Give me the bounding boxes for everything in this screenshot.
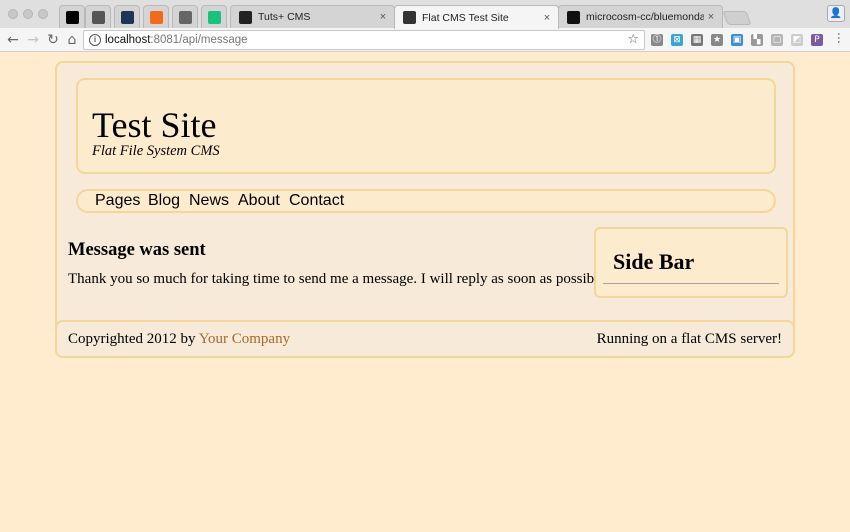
message-heading: Message was sent — [68, 240, 206, 260]
zoom-window-icon[interactable] — [38, 9, 48, 19]
github-icon — [567, 10, 580, 24]
sidebar-divider — [603, 283, 779, 284]
pinned-tab[interactable] — [201, 5, 227, 28]
tab-label: microcosm-cc/bluemonday: bl — [586, 11, 704, 23]
browser-tab[interactable]: Flat CMS Test Site × — [394, 5, 559, 29]
pinned-tab[interactable] — [85, 5, 111, 28]
pinned-tab[interactable] — [143, 5, 169, 28]
hammer-icon — [403, 11, 416, 24]
pinned-tab[interactable] — [172, 5, 198, 28]
site-nav: Pages Blog News About Contact — [76, 189, 776, 213]
box-ext-icon[interactable]: ⊠ — [671, 34, 683, 46]
reload-button[interactable]: ↻ — [44, 31, 62, 49]
tab-label: Tuts+ CMS — [258, 11, 311, 23]
close-tab-icon[interactable]: × — [376, 11, 390, 23]
star-ext-icon[interactable]: ★ — [711, 34, 723, 46]
back-button[interactable]: ← — [4, 31, 22, 49]
home-button[interactable]: ⌂ — [63, 31, 81, 49]
nav-link-blog[interactable]: Blog — [148, 191, 180, 211]
browser-toolbar: ← → ↻ ⌂ i localhost:8081/api/message ☆ ⓵… — [0, 28, 850, 52]
pocket-ext-icon[interactable]: P — [811, 34, 823, 46]
podcast-icon — [65, 10, 79, 24]
close-tab-icon[interactable]: × — [540, 12, 554, 24]
reader-ext-icon[interactable]: ▚ — [751, 34, 763, 46]
book-icon — [178, 10, 192, 24]
bookmark-star-icon[interactable]: ☆ — [627, 31, 639, 49]
site-header: Test Site Flat File System CMS — [76, 78, 776, 174]
site-title: Test Site — [92, 105, 217, 145]
browser-menu-icon[interactable]: ⋯ — [832, 32, 846, 44]
profile-icon[interactable]: 👤 — [827, 5, 845, 22]
nav-link-news[interactable]: News — [189, 191, 229, 211]
trello-ext-icon[interactable]: ▣ — [731, 34, 743, 46]
footer-company-link[interactable]: Your Company — [199, 331, 290, 347]
address-url[interactable]: localhost:8081/api/message — [105, 31, 248, 49]
new-tab-button[interactable] — [722, 11, 752, 25]
nav-link-contact[interactable]: Contact — [289, 191, 344, 211]
address-host: localhost — [105, 34, 151, 46]
close-tab-icon[interactable]: × — [704, 11, 718, 23]
browser-tab[interactable]: Tuts+ CMS × — [230, 5, 395, 28]
store-ext-icon[interactable]: ▦ — [691, 34, 703, 46]
1password-ext-icon[interactable]: ⓵ — [651, 34, 663, 46]
site-subtitle: Flat File System CMS — [92, 143, 220, 159]
tuts-icon — [239, 10, 252, 24]
close-window-icon[interactable] — [8, 9, 18, 19]
site-footer: Copyrighted 2012 by Your Company Running… — [55, 320, 795, 358]
tab-strip: Tuts+ CMS × Flat CMS Test Site × microcosm-c… — [0, 0, 850, 29]
pinned-tab[interactable] — [59, 5, 85, 28]
forward-button[interactable]: → — [24, 31, 42, 49]
sidebar: Side Bar — [594, 227, 788, 298]
analytics-icon — [120, 10, 134, 24]
browser-tab[interactable]: microcosm-cc/bluemonday: bl× — [558, 5, 723, 28]
footer-server-note: Running on a flat CMS server! — [596, 331, 782, 347]
address-path: :8081/api/message — [150, 34, 248, 46]
medium-icon — [207, 10, 221, 24]
minimize-window-icon[interactable] — [23, 9, 33, 19]
corner-ext-icon[interactable]: ◩ — [791, 34, 803, 46]
page-container: Test Site Flat File System CMS Pages Blo… — [55, 61, 795, 358]
footer-copyright-text: Copyrighted 2012 by — [68, 331, 199, 347]
page-ext-icon[interactable]: ▢ — [771, 34, 783, 46]
message-body: Thank you so much for taking time to sen… — [68, 271, 609, 287]
pinned-tab[interactable] — [114, 5, 140, 28]
footer-copyright: Copyrighted 2012 by Your Company — [68, 330, 290, 348]
nav-link-about[interactable]: About — [238, 191, 280, 211]
nav-link-pages[interactable]: Pages — [95, 191, 140, 211]
notebook-icon — [91, 10, 105, 24]
address-bar[interactable]: i localhost:8081/api/message ☆ — [83, 30, 645, 50]
tab-label: Flat CMS Test Site — [422, 11, 509, 24]
link-icon — [149, 10, 163, 24]
site-info-icon[interactable]: i — [89, 34, 101, 46]
sidebar-title: Side Bar — [613, 249, 695, 274]
